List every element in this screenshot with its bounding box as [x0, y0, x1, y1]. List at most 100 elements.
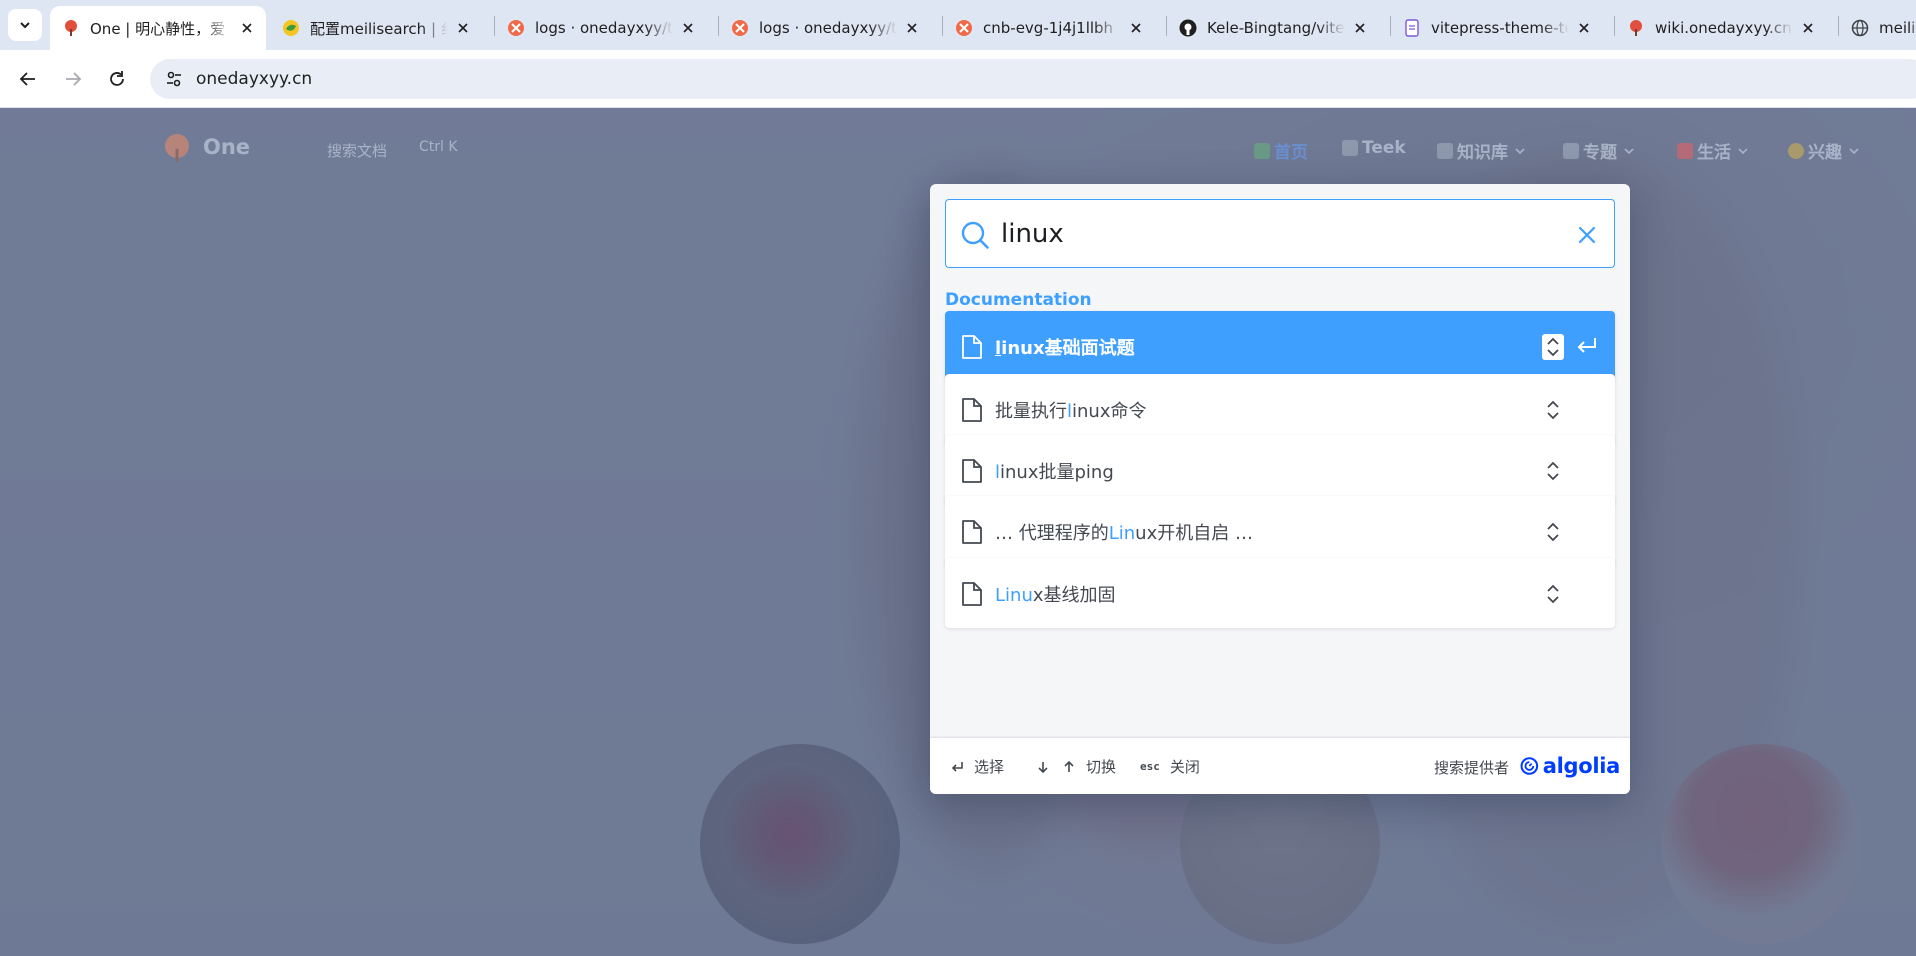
footer-close-label: 关闭	[1169, 758, 1200, 776]
tab-meili[interactable]: meili	[1839, 6, 1916, 50]
search-hit[interactable]: Linux基线加固	[945, 558, 1615, 628]
search-form	[945, 199, 1615, 268]
tab-meilisearch[interactable]: 配置meilisearch | 纟	[270, 6, 482, 50]
nav-label: 知识库	[1457, 143, 1508, 163]
sort-arrows-icon	[1547, 400, 1559, 420]
footer-select-hint: 选择	[948, 756, 1004, 777]
tab-title: meili	[1879, 19, 1916, 37]
site-title[interactable]: One	[203, 135, 250, 159]
arrow-down-key-icon	[1034, 758, 1052, 776]
nav-label: 首页	[1274, 143, 1308, 163]
document-icon	[962, 459, 982, 483]
close-icon[interactable]	[903, 19, 921, 37]
site-info-button[interactable]	[158, 63, 190, 95]
search-footer: 选择 切换 esc 关闭 搜索提供者 algolia	[930, 737, 1630, 794]
chevron-down-icon	[1515, 147, 1525, 154]
enter-key-icon	[948, 758, 966, 776]
chevron-down-icon	[1849, 147, 1859, 154]
tab-logs-2[interactable]: logs · onedayxyy/t	[719, 6, 931, 50]
tools-icon	[1563, 142, 1579, 159]
notebook-icon	[1342, 140, 1358, 156]
sort-arrows-icon	[1547, 461, 1559, 481]
hit-title-prefix: … 代理程序的	[995, 523, 1109, 544]
forward-button[interactable]	[56, 62, 90, 96]
hit-title-suffix: ux开机自启 …	[1135, 523, 1253, 544]
close-icon[interactable]	[1127, 19, 1145, 37]
tab-vitepress-theme[interactable]: vitepress-theme-te	[1391, 6, 1603, 50]
url-text: onedayxyy.cn	[196, 69, 313, 89]
browser-toolbar: onedayxyy.cn	[0, 50, 1916, 108]
tab-title: wiki.onedayxyy.cn/	[1655, 19, 1793, 37]
tab-title: 配置meilisearch | 纟	[310, 19, 448, 38]
tune-icon	[167, 71, 181, 87]
nav-item-topics[interactable]: 专题	[1563, 138, 1635, 163]
hit-highlight: Linu	[995, 585, 1033, 606]
search-hit[interactable]: 批量执行linux命令	[945, 374, 1615, 444]
document-icon	[962, 582, 982, 606]
cnb-favicon-icon	[731, 19, 749, 37]
search-icon	[961, 221, 989, 249]
algolia-logo-link[interactable]: algolia	[1520, 752, 1620, 780]
close-icon[interactable]	[238, 19, 256, 37]
document-icon	[962, 335, 982, 359]
hit-title: 批量执行linux命令	[995, 397, 1147, 423]
search-hit[interactable]: linux批量ping	[945, 435, 1615, 505]
nav-label: 生活	[1697, 143, 1731, 163]
tab-title: logs · onedayxyy/t	[535, 19, 673, 37]
close-icon[interactable]	[1799, 19, 1817, 37]
arrow-left-icon	[19, 72, 35, 86]
esc-key: esc	[1140, 760, 1160, 773]
enter-icon[interactable]	[1573, 334, 1599, 360]
hit-title-suffix: inux基础面试题	[1001, 338, 1135, 359]
nav-item-interests[interactable]: 兴趣	[1788, 138, 1860, 163]
doc-search-button[interactable]: 搜索文档	[327, 140, 387, 161]
leaf-favicon-icon	[282, 19, 300, 37]
address-bar[interactable]: onedayxyy.cn	[150, 59, 1916, 99]
search-input[interactable]	[1001, 212, 1561, 256]
tab-title: logs · onedayxyy/t	[759, 19, 897, 37]
home-icon	[1254, 142, 1270, 159]
hit-title: linux基础面试题	[995, 334, 1135, 360]
search-hit-selected[interactable]: linux基础面试题	[945, 311, 1615, 381]
tab-logs-1[interactable]: logs · onedayxyy/t	[495, 6, 707, 50]
tab-cnb-evg[interactable]: cnb-evg-1j4j1llbh	[943, 6, 1155, 50]
results-section-title: Documentation	[945, 290, 1092, 310]
back-button[interactable]	[11, 62, 45, 96]
sort-arrows-icon	[1547, 584, 1559, 604]
provider-label: 搜索提供者	[1434, 759, 1510, 777]
chevron-down-icon	[20, 22, 30, 29]
tab-strip: One | 明心静性，爱 配置meilisearch | 纟 logs · on…	[0, 0, 1916, 50]
tab-search-button[interactable]	[8, 9, 42, 41]
cnb-favicon-icon	[507, 19, 525, 37]
tab-one[interactable]: One | 明心静性，爱	[50, 6, 266, 50]
nav-label: 专题	[1583, 143, 1617, 163]
nav-item-knowledge[interactable]: 知识库	[1437, 138, 1526, 163]
reload-icon	[110, 71, 124, 86]
clear-search-icon[interactable]	[1576, 224, 1598, 246]
close-icon[interactable]	[679, 19, 697, 37]
search-hit[interactable]: … 代理程序的Linux开机自启 …	[945, 496, 1615, 566]
footer-select-label: 选择	[974, 758, 1005, 776]
nav-label: Teek	[1362, 138, 1406, 158]
github-favicon-icon	[1179, 19, 1197, 37]
algolia-icon	[1520, 757, 1539, 775]
hit-title-prefix: 批量执行	[995, 401, 1067, 422]
hit-title: … 代理程序的Linux开机自启 …	[995, 519, 1253, 545]
tab-title: vitepress-theme-te	[1431, 19, 1569, 37]
hit-title-suffix: x基线加固	[1032, 585, 1116, 606]
hit-title: linux批量ping	[995, 458, 1114, 484]
tab-github[interactable]: Kele-Bingtang/vite	[1167, 6, 1379, 50]
tab-wiki[interactable]: wiki.onedayxyy.cn/	[1615, 6, 1827, 50]
reload-button[interactable]	[100, 62, 134, 96]
close-icon[interactable]	[1575, 19, 1593, 37]
nav-item-life[interactable]: 生活	[1677, 138, 1749, 163]
nav-item-home[interactable]: 首页	[1254, 138, 1308, 163]
close-icon[interactable]	[1351, 19, 1369, 37]
close-icon[interactable]	[454, 19, 472, 37]
footer-navigate-label: 切换	[1086, 758, 1117, 776]
globe-favicon-icon	[1851, 19, 1869, 37]
nav-item-teek[interactable]: Teek	[1342, 138, 1406, 158]
document-icon	[962, 520, 982, 544]
algolia-wordmark: algolia	[1542, 754, 1621, 778]
tree-logo-icon	[165, 134, 189, 162]
